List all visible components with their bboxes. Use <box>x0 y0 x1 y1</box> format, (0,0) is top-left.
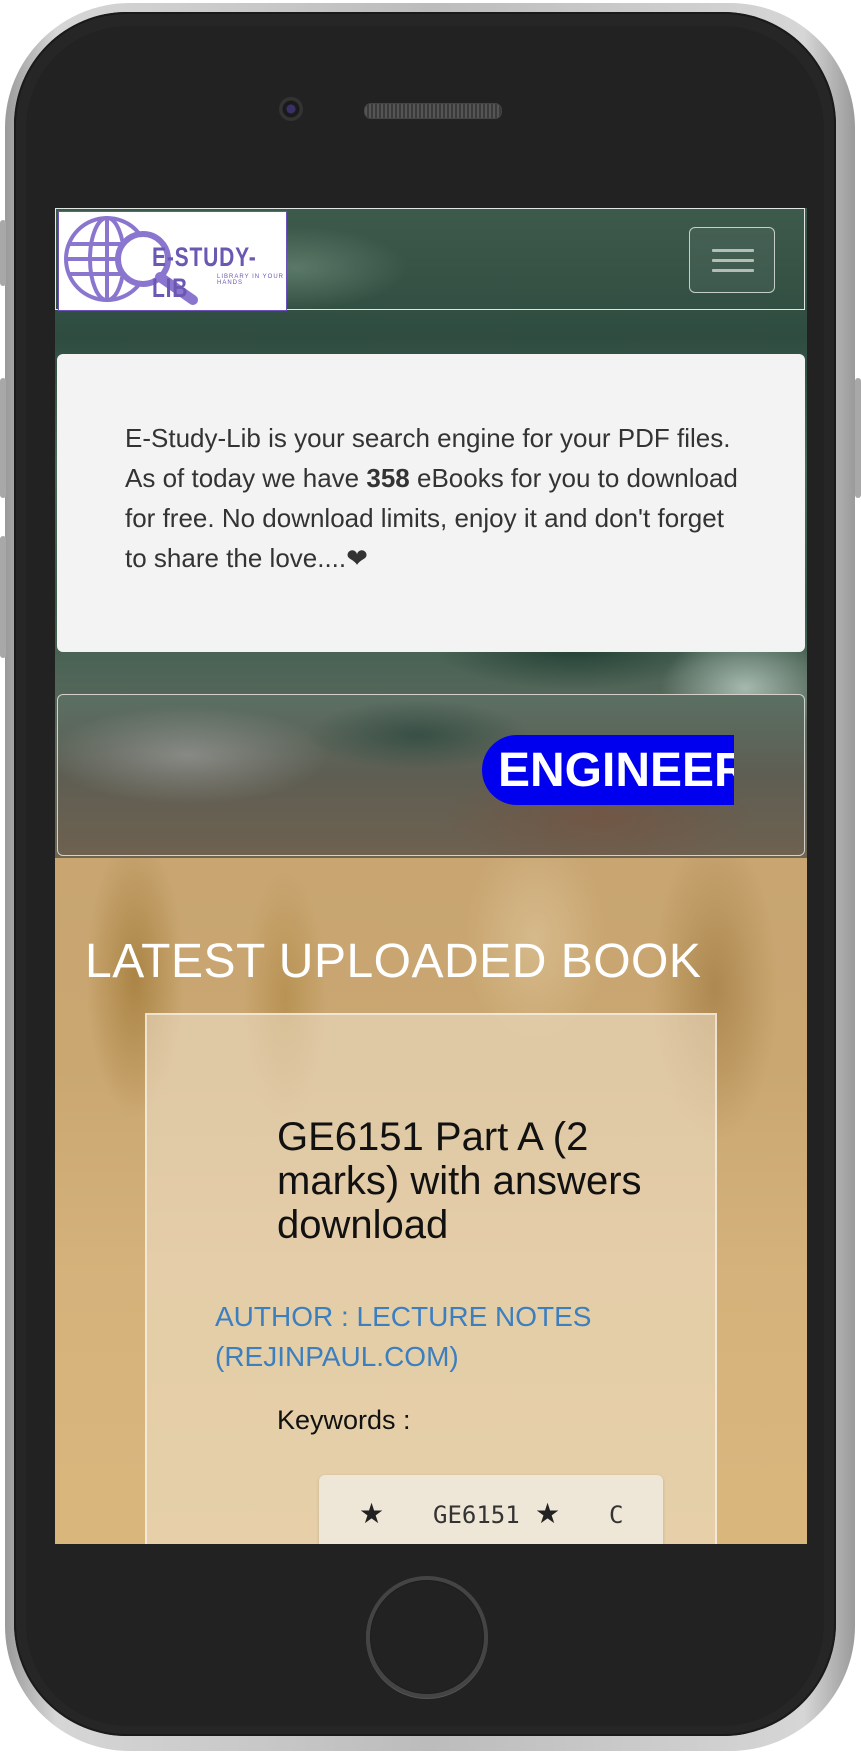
category-ticker: ENGINEERING <box>57 694 805 856</box>
keywords-label: Keywords : <box>277 1405 411 1435</box>
hamburger-icon-bar <box>712 259 754 262</box>
home-button[interactable] <box>366 1576 488 1698</box>
brand-tagline: LIBRARY IN YOUR HANDS <box>217 274 285 286</box>
star-icon: ★ <box>359 1498 385 1529</box>
menu-toggle-button[interactable] <box>689 227 775 293</box>
book-count: 358 <box>366 463 410 493</box>
phone-volume-down <box>0 536 6 658</box>
front-camera <box>279 97 303 121</box>
earpiece-speaker <box>364 103 502 119</box>
site-logo[interactable]: E-STUDY-LIB LIBRARY IN YOUR HANDS <box>58 211 287 311</box>
book-author-link[interactable]: AUTHOR : LECTURE NOTES (REJINPAUL.COM) <box>215 1297 635 1377</box>
navbar: E-STUDY-LIB LIBRARY IN YOUR HANDS <box>55 208 805 311</box>
brand-name: E-STUDY-LIB <box>152 242 257 303</box>
intro-panel: E-Study-Lib is your search engine for yo… <box>57 354 805 652</box>
category-label: ENGINEERING <box>498 744 734 797</box>
phone-screen: E-STUDY-LIB LIBRARY IN YOUR HANDS E-Stud… <box>55 208 807 1544</box>
phone-mute-switch <box>0 220 6 286</box>
keyword-list: ★ GE6151 ★ C <box>319 1475 663 1544</box>
keyword-tag[interactable]: GE6151 <box>433 1501 520 1529</box>
intro-text: E-Study-Lib is your search engine for yo… <box>125 418 745 578</box>
book-title[interactable]: GE6151 Part A (2 marks) with answers dow… <box>277 1115 657 1247</box>
phone-volume-up <box>0 378 6 498</box>
keyword-tag[interactable]: C <box>609 1501 623 1529</box>
star-icon: ★ <box>535 1498 561 1529</box>
heart-icon: ❤ <box>346 543 368 573</box>
category-link[interactable]: ENGINEERING <box>482 735 734 805</box>
latest-book-card: GE6151 Part A (2 marks) with answers dow… <box>145 1013 717 1544</box>
phone-power-button <box>855 378 861 498</box>
latest-section-heading: LATEST UPLOADED BOOK <box>85 935 702 988</box>
hamburger-icon-bar <box>712 249 754 252</box>
hamburger-icon-bar <box>712 269 754 272</box>
